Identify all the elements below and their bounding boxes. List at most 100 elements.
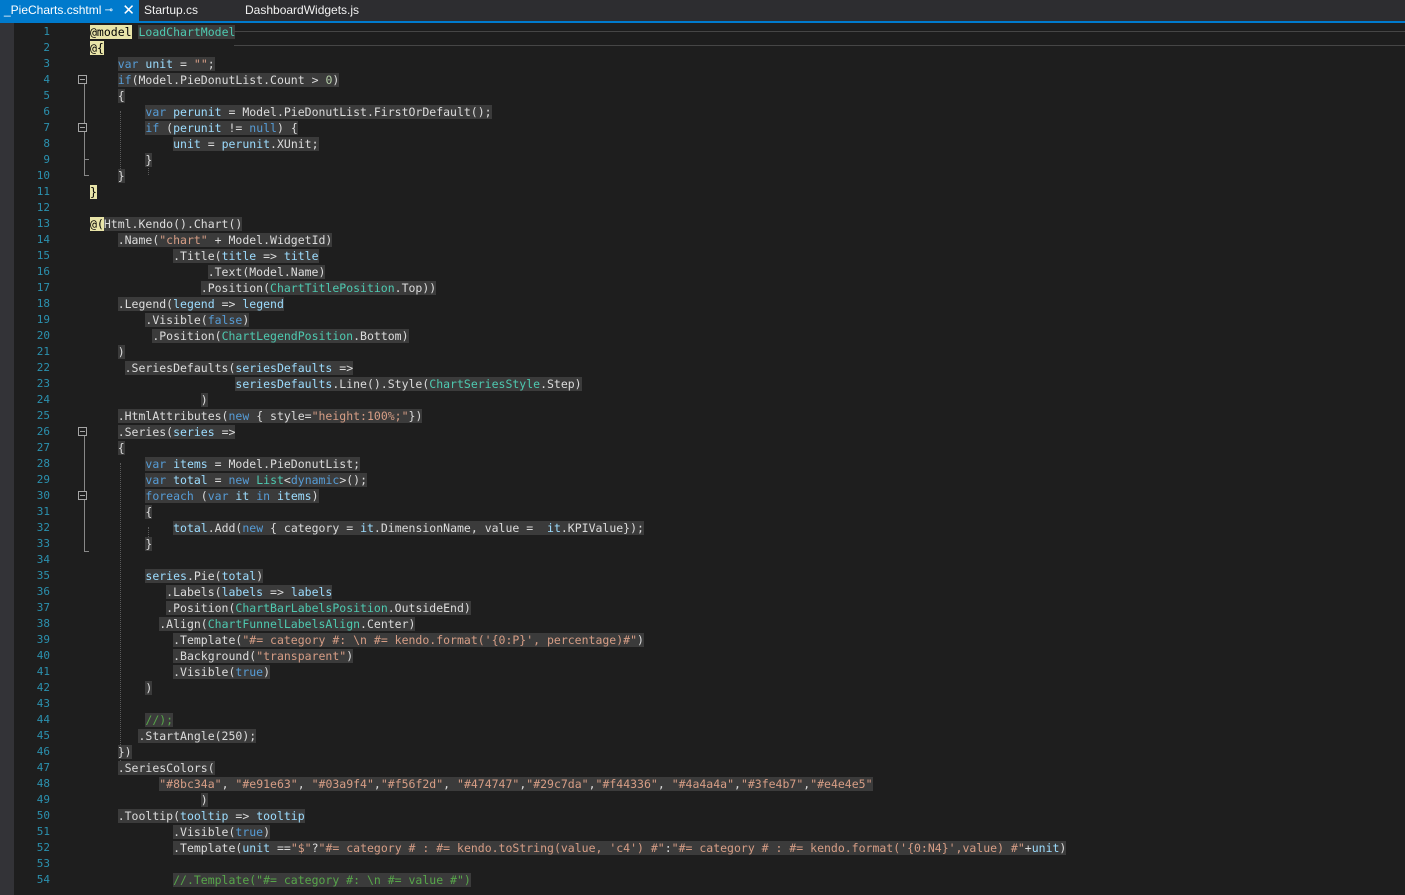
code-token: true	[235, 665, 264, 679]
collapse-toggle-icon[interactable]	[78, 75, 87, 84]
code-token: perunit	[166, 105, 222, 119]
code-token: ""	[193, 57, 208, 71]
code-token: <	[283, 473, 291, 487]
line-number: 26	[36, 425, 50, 438]
code-token: unit	[138, 57, 174, 71]
code-token: )	[346, 649, 354, 663]
code-token: .Text(Model.Name)	[207, 265, 326, 279]
code-token: =>	[263, 585, 291, 599]
line-number: 47	[36, 761, 50, 774]
tab-dashboardwidgets[interactable]: DashboardWidgets.js	[241, 0, 391, 21]
line-number: 48	[36, 777, 50, 790]
code-line: .Series(series =>	[90, 424, 236, 440]
code-token: )	[256, 569, 264, 583]
code-line: "#8bc34a", "#e91e63", "#03a9f4","#f56f2d…	[90, 776, 873, 792]
line-number: 42	[36, 681, 50, 694]
collapse-toggle-icon[interactable]	[78, 123, 87, 132]
line-number: 49	[36, 793, 50, 806]
code-line: {	[90, 504, 153, 520]
line-number: 45	[36, 729, 50, 742]
collapse-toggle-icon[interactable]	[78, 491, 87, 500]
code-token: (	[193, 489, 208, 503]
code-token: if	[145, 121, 160, 135]
code-token: )	[311, 489, 319, 503]
code-token: .Name(	[117, 233, 160, 247]
code-token: var	[145, 105, 167, 119]
code-token: )	[145, 681, 153, 695]
code-line: .Title(title => title	[90, 248, 319, 264]
code-line: unit = perunit.XUnit;	[90, 136, 319, 152]
code-token: series	[145, 569, 187, 583]
code-line: )	[90, 392, 208, 408]
code-line: //);	[90, 712, 174, 728]
code-token: "#8bc34a"	[159, 777, 222, 791]
code-token: dynamic	[290, 473, 340, 487]
code-token: false	[207, 313, 243, 327]
code-line: )	[90, 792, 208, 808]
code-token: true	[235, 825, 264, 839]
code-token: var	[145, 473, 167, 487]
code-token: .Series(	[117, 425, 174, 439]
code-token: .Add(	[207, 521, 243, 535]
code-token: }	[117, 169, 125, 183]
code-token: :	[664, 841, 672, 855]
code-token: )	[263, 665, 271, 679]
line-number: 54	[36, 873, 50, 886]
code-token: })	[117, 745, 132, 759]
line-number: 19	[36, 313, 50, 326]
code-token: .SeriesDefaults(	[124, 361, 236, 375]
code-line: .Name("chart" + Model.WidgetId)	[90, 232, 333, 248]
code-token: perunit	[173, 121, 222, 135]
code-token: ChartTitlePosition	[270, 281, 395, 295]
tab-piecharts[interactable]: _PieCharts.cshtml ⊸ ✕	[0, 0, 139, 21]
line-number: 11	[36, 185, 50, 198]
code-token: series	[173, 425, 215, 439]
line-number: 3	[43, 57, 50, 70]
code-token: {	[117, 441, 125, 455]
tab-startup[interactable]: Startup.cs	[140, 0, 240, 21]
code-token: >();	[339, 473, 368, 487]
code-token: legend	[173, 297, 215, 311]
code-token: "#f44336"	[595, 777, 658, 791]
code-token: ) {	[276, 121, 298, 135]
code-text-area[interactable]: @model LoadChartModel @{ var unit = ""; i…	[90, 23, 1405, 895]
code-token: in	[249, 489, 271, 503]
code-token: ,	[588, 777, 596, 791]
code-line: )	[90, 344, 125, 360]
code-token: "transparent"	[256, 649, 347, 663]
pin-icon[interactable]: ⊸	[105, 0, 113, 21]
close-icon[interactable]: ✕	[122, 0, 135, 21]
code-token: .XUnit;	[270, 137, 319, 151]
code-token: .Align(	[159, 617, 208, 631]
code-editor[interactable]: 1 2 3 4 5 6 7 8 9 10 11 12 13 14 15 16 17 18 19 20 21 22 23 24 2…	[0, 23, 1405, 895]
code-token: legend	[242, 297, 284, 311]
line-number: 46	[36, 745, 50, 758]
code-token: seriesDefaults	[235, 377, 333, 391]
code-token: =	[200, 137, 222, 151]
code-token: )	[200, 393, 208, 407]
line-number: 2	[43, 41, 50, 54]
code-token: var	[145, 457, 167, 471]
code-line: var unit = "";	[90, 56, 215, 72]
code-token: .Template(	[173, 841, 243, 855]
collapse-toggle-icon[interactable]	[78, 427, 87, 436]
code-token: = Model.PieDonutList.FirstOrDefault();	[221, 105, 492, 119]
